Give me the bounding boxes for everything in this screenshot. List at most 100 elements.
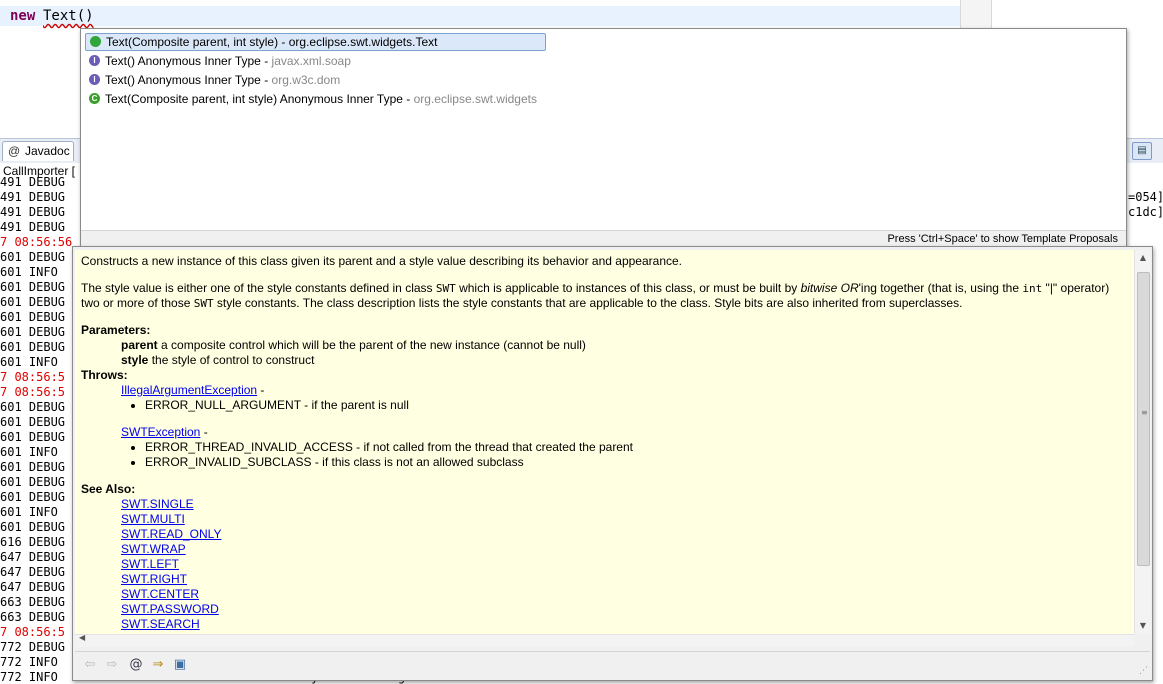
swt-exception-link[interactable]: SWTException [121,425,200,439]
console-line: 601 INFO [0,265,58,279]
back-icon[interactable]: ⇦ [81,656,99,674]
console-line-fragment: =054] [1128,190,1163,204]
condition-item: ERROR_NULL_ARGUMENT - if the parent is n… [145,398,1131,413]
current-code-line[interactable]: new Text() [0,6,960,26]
see-also-link[interactable]: SWT.SINGLE [121,497,194,511]
tab-javadoc-label: Javadoc [25,144,70,158]
open-declaration-icon[interactable]: ⇒ [149,656,167,674]
scroll-thumb[interactable]: ≡ [1137,272,1150,566]
console-line: 601 DEBUG [0,415,66,429]
console-line: 601 INFO [0,445,58,459]
console-line: 601 DEBUG [0,430,66,444]
console-line: 772 INFO [0,670,58,684]
grip-icon: ≡ [1141,408,1148,417]
condition-item: ERROR_THREAD_INVALID_ACCESS - if not cal… [145,440,1131,455]
console-line: 647 DEBUG [0,565,66,579]
doc-style-paragraph: The style value is either one of the sty… [81,281,1110,310]
console-line: 7 08:56:5 [0,370,66,384]
interface-icon: I [89,55,100,66]
proposal-label: Text() Anonymous Inner Type - [105,54,272,68]
proposal-item[interactable]: I Text() Anonymous Inner Type - javax.xml… [85,52,1120,70]
console-line-fragment: c1dc] [1128,205,1163,219]
console-line: 663 DEBUG [0,610,66,624]
javadoc-content[interactable]: Constructs a new instance of this class … [75,250,1134,634]
see-also-link[interactable]: SWT.RIGHT [121,572,187,586]
proposal-package: org.eclipse.swt.widgets [413,92,537,106]
proposal-item[interactable]: C Text(Composite parent, int style) Anony… [85,90,1120,108]
illegal-argument-conditions: ERROR_NULL_ARGUMENT - if the parent is n… [81,398,1131,413]
console-line: 491 DEBUG [0,175,66,189]
swt-exception-conditions: ERROR_THREAD_INVALID_ACCESS - if not cal… [81,440,1131,470]
proposal-package: javax.xml.soap [271,54,351,68]
see-also-link[interactable]: SWT.CENTER [121,587,199,601]
parameter-entry: parent a composite control which will be… [121,338,586,352]
scroll-up-icon[interactable]: ▲ [1135,250,1151,266]
constructor-call[interactable]: Text() [43,8,94,24]
console-line: 491 DEBUG [0,205,66,219]
see-also-heading: See Also: [81,482,136,496]
console-line: 601 DEBUG [0,475,66,489]
javadoc-popup[interactable]: Constructs a new instance of this class … [72,246,1153,681]
doc-summary: Constructs a new instance of this class … [81,254,683,268]
forward-icon[interactable]: ⇨ [103,656,121,674]
see-also-list: SWT.SINGLE SWT.MULTI SWT.READ_ONLY SWT.WRAP… [81,497,1131,632]
console-line: 601 DEBUG [0,400,66,414]
class-icon: C [89,93,100,104]
interface-icon: I [89,74,100,85]
console-line: 491 DEBUG [0,190,66,204]
console-line: 601 DEBUG [0,340,66,354]
console-log: 491 DEBUG 491 DEBUG 491 DEBUG 491 DEBUG 7 08… [0,175,80,684]
keyword-new: new [10,8,36,24]
open-attached-javadoc-icon[interactable]: ▣ [171,656,189,674]
proposal-label: Text(Composite parent, int style) Anonym… [105,92,414,106]
see-also-link[interactable]: SWT.LEFT [121,557,179,571]
parameters-heading: Parameters: [81,323,151,337]
proposal-status-bar: Press 'Ctrl+Space' to show Template Prop… [81,230,1126,247]
proposal-item[interactable]: I Text() Anonymous Inner Type - org.w3c.d… [85,71,1120,89]
public-constructor-icon [90,36,101,47]
proposal-label: Text() Anonymous Inner Type - [105,73,272,87]
tab-javadoc[interactable]: @ Javadoc [2,141,74,161]
console-line: 601 DEBUG [0,520,66,534]
see-also-link[interactable]: SWT.READ_ONLY [121,527,221,541]
proposal-item[interactable]: Text(Composite parent, int style) - org.… [85,33,546,51]
console-line: 772 DEBUG [0,640,66,654]
console-line: 7 08:56:5 [0,625,66,639]
show-in-javadoc-view-icon[interactable]: @ [127,656,145,674]
scroll-down-icon[interactable]: ▼ [1135,618,1151,634]
javadoc-at-icon: @ [8,144,21,158]
horizontal-scrollbar[interactable]: ◀ [75,633,1134,647]
proposal-package: org.w3c.dom [271,73,341,87]
see-also-link[interactable]: SWT.MULTI [121,512,185,526]
proposal-label: Text(Composite parent, int style) - org.… [106,35,438,49]
see-also-link[interactable]: SWT.PASSWORD [121,602,219,616]
parameter-list: parent a composite control which will be… [81,338,1131,368]
console-line: 663 DEBUG [0,595,66,609]
console-line: 647 DEBUG [0,580,66,594]
console-line: 601 DEBUG [0,325,66,339]
console-line: 7 08:56:56 [0,235,73,249]
pin-console-icon[interactable]: ▤ [1132,142,1152,160]
resize-grip-icon[interactable]: ⋰ [1139,666,1148,676]
console-line: 601 DEBUG [0,250,66,264]
see-also-link[interactable]: SWT.SEARCH [121,617,200,631]
console-line: 601 DEBUG [0,490,66,504]
console-line: 616 DEBUG [0,535,66,549]
throws-heading: Throws: [81,368,128,382]
scroll-left-icon[interactable]: ◀ [79,633,85,642]
proposal-list[interactable]: Text(Composite parent, int style) - org.… [81,29,1126,229]
console-line: 601 DEBUG [0,280,66,294]
console-line-fragment [1128,220,1163,235]
console-line: 601 DEBUG [0,295,66,309]
console-line: 491 DEBUG [0,220,66,234]
console-line: 647 DEBUG [0,550,66,564]
console-line: 601 INFO [0,505,58,519]
console-line: 772 INFO [0,655,58,669]
template-hint: Press 'Ctrl+Space' to show Template Prop… [887,233,1118,245]
condition-item: ERROR_INVALID_SUBCLASS - if this class i… [145,455,1131,470]
console-line: 7 08:56:5 [0,385,66,399]
illegal-argument-exception-link[interactable]: IllegalArgumentException [121,383,257,397]
content-assist-popup[interactable]: Text(Composite parent, int style) - org.… [80,28,1127,248]
see-also-link[interactable]: SWT.WRAP [121,542,186,556]
vertical-scrollbar[interactable]: ▲ ≡ ▼ [1134,250,1151,634]
